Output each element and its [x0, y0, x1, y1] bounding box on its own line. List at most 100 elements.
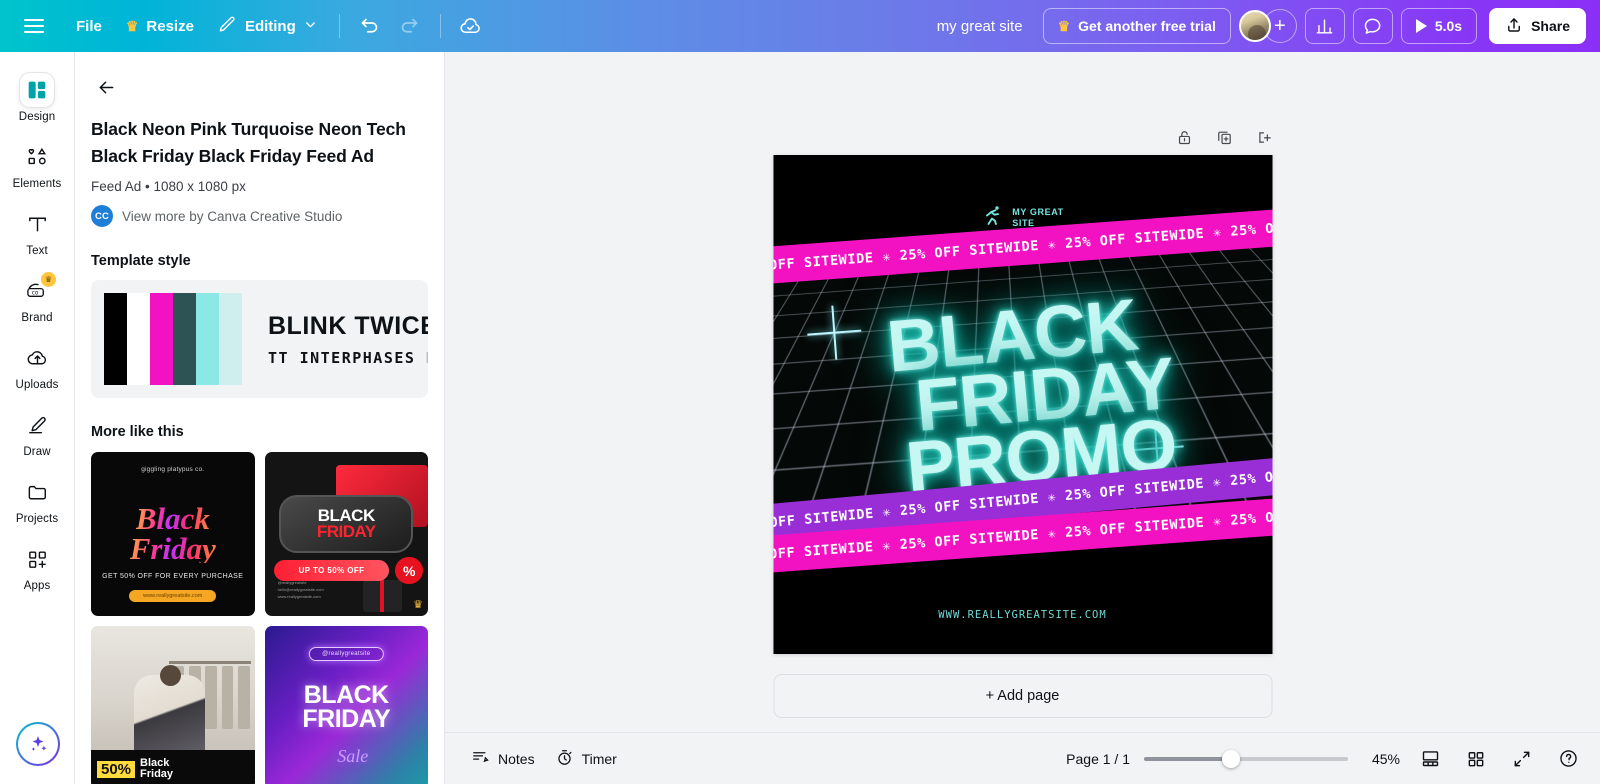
- cloud-saved-icon[interactable]: [451, 8, 491, 44]
- undo-button[interactable]: [350, 8, 390, 44]
- thumb3-text: Black Friday: [140, 758, 173, 780]
- magic-sparkle-icon[interactable]: [16, 722, 60, 766]
- shapes-icon: [20, 140, 54, 174]
- swatch-turquoise: [196, 293, 219, 385]
- template-thumbnail-1[interactable]: giggling platypus co. Black Friday GET 5…: [91, 452, 255, 616]
- logo-line-1: MY GREAT: [1012, 206, 1064, 217]
- template-thumbnail-3[interactable]: 50% Black Friday: [91, 625, 255, 784]
- thumb1-brand: giggling platypus co.: [141, 466, 205, 473]
- sidebar-item-brand[interactable]: co ♛ Brand: [4, 267, 70, 329]
- pen-icon: [20, 408, 54, 442]
- sidebar-label-uploads: Uploads: [15, 379, 59, 391]
- template-thumbnail-grid: giggling platypus co. Black Friday GET 5…: [91, 452, 428, 784]
- timer-button[interactable]: Timer: [545, 742, 627, 776]
- redo-button[interactable]: [390, 8, 430, 44]
- play-icon: [1415, 19, 1427, 33]
- document-title[interactable]: my great site: [937, 18, 1023, 35]
- sidebar-item-design[interactable]: Design: [4, 66, 70, 128]
- more-like-this-heading: More like this: [91, 424, 184, 440]
- grid-view-icon[interactable]: [1460, 743, 1492, 775]
- editing-mode-button[interactable]: Editing: [206, 8, 329, 44]
- design-icon: [20, 73, 54, 107]
- insights-button[interactable]: [1304, 8, 1345, 44]
- present-duration-label: 5.0s: [1434, 18, 1463, 34]
- template-meta: Feed Ad • 1080 x 1080 px: [91, 179, 246, 194]
- zoom-slider[interactable]: [1144, 748, 1348, 770]
- collaborators: +: [1238, 9, 1297, 43]
- canvas-area[interactable]: MY GREAT SITE BLACK FRIDAY PROMO 25% OFF…: [445, 52, 1600, 732]
- add-page-after-icon[interactable]: [1252, 124, 1278, 150]
- sidebar-item-draw[interactable]: Draw: [4, 401, 70, 463]
- thumb3-line2: Friday: [140, 768, 174, 781]
- thumb1-line1: Black: [135, 501, 210, 537]
- sidebar-label-text: Text: [26, 245, 48, 257]
- notes-button[interactable]: Notes: [461, 742, 545, 776]
- duplicate-page-icon[interactable]: [1212, 124, 1238, 150]
- thumb2-gift-box: [362, 579, 402, 613]
- hamburger-icon[interactable]: [16, 8, 52, 44]
- template-thumbnail-4[interactable]: @reallygreatsite BLACK FRIDAY Sale: [264, 625, 428, 784]
- swatch-dark-teal: [173, 293, 196, 385]
- swatch-pale-cyan: [219, 293, 242, 385]
- present-button[interactable]: 5.0s: [1400, 8, 1478, 44]
- free-trial-label: Get another free trial: [1078, 18, 1216, 34]
- thumb3-garment: [221, 666, 234, 729]
- author-link[interactable]: CC View more by Canva Creative Studio: [91, 205, 428, 227]
- runner-icon: [981, 203, 1005, 232]
- expand-icon[interactable]: [1506, 743, 1538, 775]
- page-view-icon[interactable]: [1414, 743, 1446, 775]
- share-button[interactable]: Share: [1489, 8, 1586, 44]
- timer-label: Timer: [581, 750, 617, 767]
- thumb1-button: www.reallygreatsite.com: [129, 589, 217, 602]
- crown-icon: ♛: [1057, 18, 1071, 34]
- timer-icon: [555, 748, 574, 770]
- thumb1-line2: Friday: [129, 530, 216, 566]
- toolbar-divider-2: [439, 14, 441, 38]
- thumb2-percent-badge: %: [395, 556, 424, 585]
- share-upload-icon: [1505, 16, 1523, 37]
- resize-button[interactable]: ♛ Resize: [114, 8, 206, 44]
- lock-icon[interactable]: [1172, 124, 1198, 150]
- logo-line-2: SITE: [1012, 217, 1035, 228]
- sidebar-item-text[interactable]: Text: [4, 200, 70, 262]
- back-arrow-icon[interactable]: [89, 70, 123, 104]
- sidebar-item-projects[interactable]: Projects: [4, 468, 70, 530]
- top-toolbar: File ♛ Resize Editing my great site ♛ Ge…: [0, 0, 1600, 52]
- resize-label: Resize: [146, 17, 194, 35]
- avatar[interactable]: [1238, 10, 1271, 42]
- author-avatar: CC: [91, 205, 113, 227]
- thumb4-headline: BLACK FRIDAY: [302, 683, 390, 732]
- sidebar-label-apps: Apps: [23, 580, 51, 592]
- file-menu-label: File: [76, 17, 102, 35]
- thumb3-caption-bar: 50% Black Friday: [91, 749, 255, 784]
- comment-button[interactable]: [1352, 8, 1393, 44]
- template-style-heading: Template style: [91, 253, 191, 269]
- font-secondary-row: TT INTERPHASES MO: [268, 349, 428, 367]
- design-website-url: WWW.REALLYGREATSITE.COM: [938, 609, 1107, 621]
- zoom-slider-fill: [1144, 756, 1230, 761]
- swatch-black: [104, 293, 127, 385]
- sidebar-label-design: Design: [18, 111, 56, 123]
- template-style-card[interactable]: BLINK TWICE TT INTERPHASES MO: [91, 280, 428, 398]
- design-canvas[interactable]: MY GREAT SITE BLACK FRIDAY PROMO 25% OFF…: [773, 155, 1272, 654]
- thumb4-line3: Sale: [337, 746, 369, 767]
- color-swatches: [104, 280, 242, 398]
- help-icon[interactable]: [1552, 743, 1584, 775]
- font-secondary-label: TT INTERPHASES: [268, 348, 416, 367]
- template-thumbnail-2[interactable]: (012) 345-7890@reallygreatsitehello@real…: [264, 452, 428, 616]
- file-menu-button[interactable]: File: [64, 8, 114, 44]
- swatch-magenta: [150, 293, 173, 385]
- thumb1-caption: GET 50% OFF FOR EVERY PURCHASE: [102, 572, 244, 580]
- page-title: Black Neon Pink Turquoise Neon Tech Blac…: [91, 119, 406, 166]
- add-page-label: + Add page: [985, 688, 1060, 704]
- add-page-button[interactable]: + Add page: [773, 674, 1272, 718]
- sidebar-item-elements[interactable]: Elements: [4, 133, 70, 195]
- free-trial-button[interactable]: ♛ Get another free trial: [1042, 8, 1231, 44]
- bottom-status-bar: Notes Timer Page 1 / 1 45%: [445, 732, 1600, 784]
- zoom-slider-knob[interactable]: [1221, 749, 1240, 768]
- pencil-icon: [218, 15, 237, 38]
- sidebar-item-uploads[interactable]: Uploads: [4, 334, 70, 396]
- thumb3-person-head: [159, 664, 181, 686]
- toolbar-divider-1: [338, 14, 340, 38]
- sidebar-item-apps[interactable]: Apps: [4, 535, 70, 597]
